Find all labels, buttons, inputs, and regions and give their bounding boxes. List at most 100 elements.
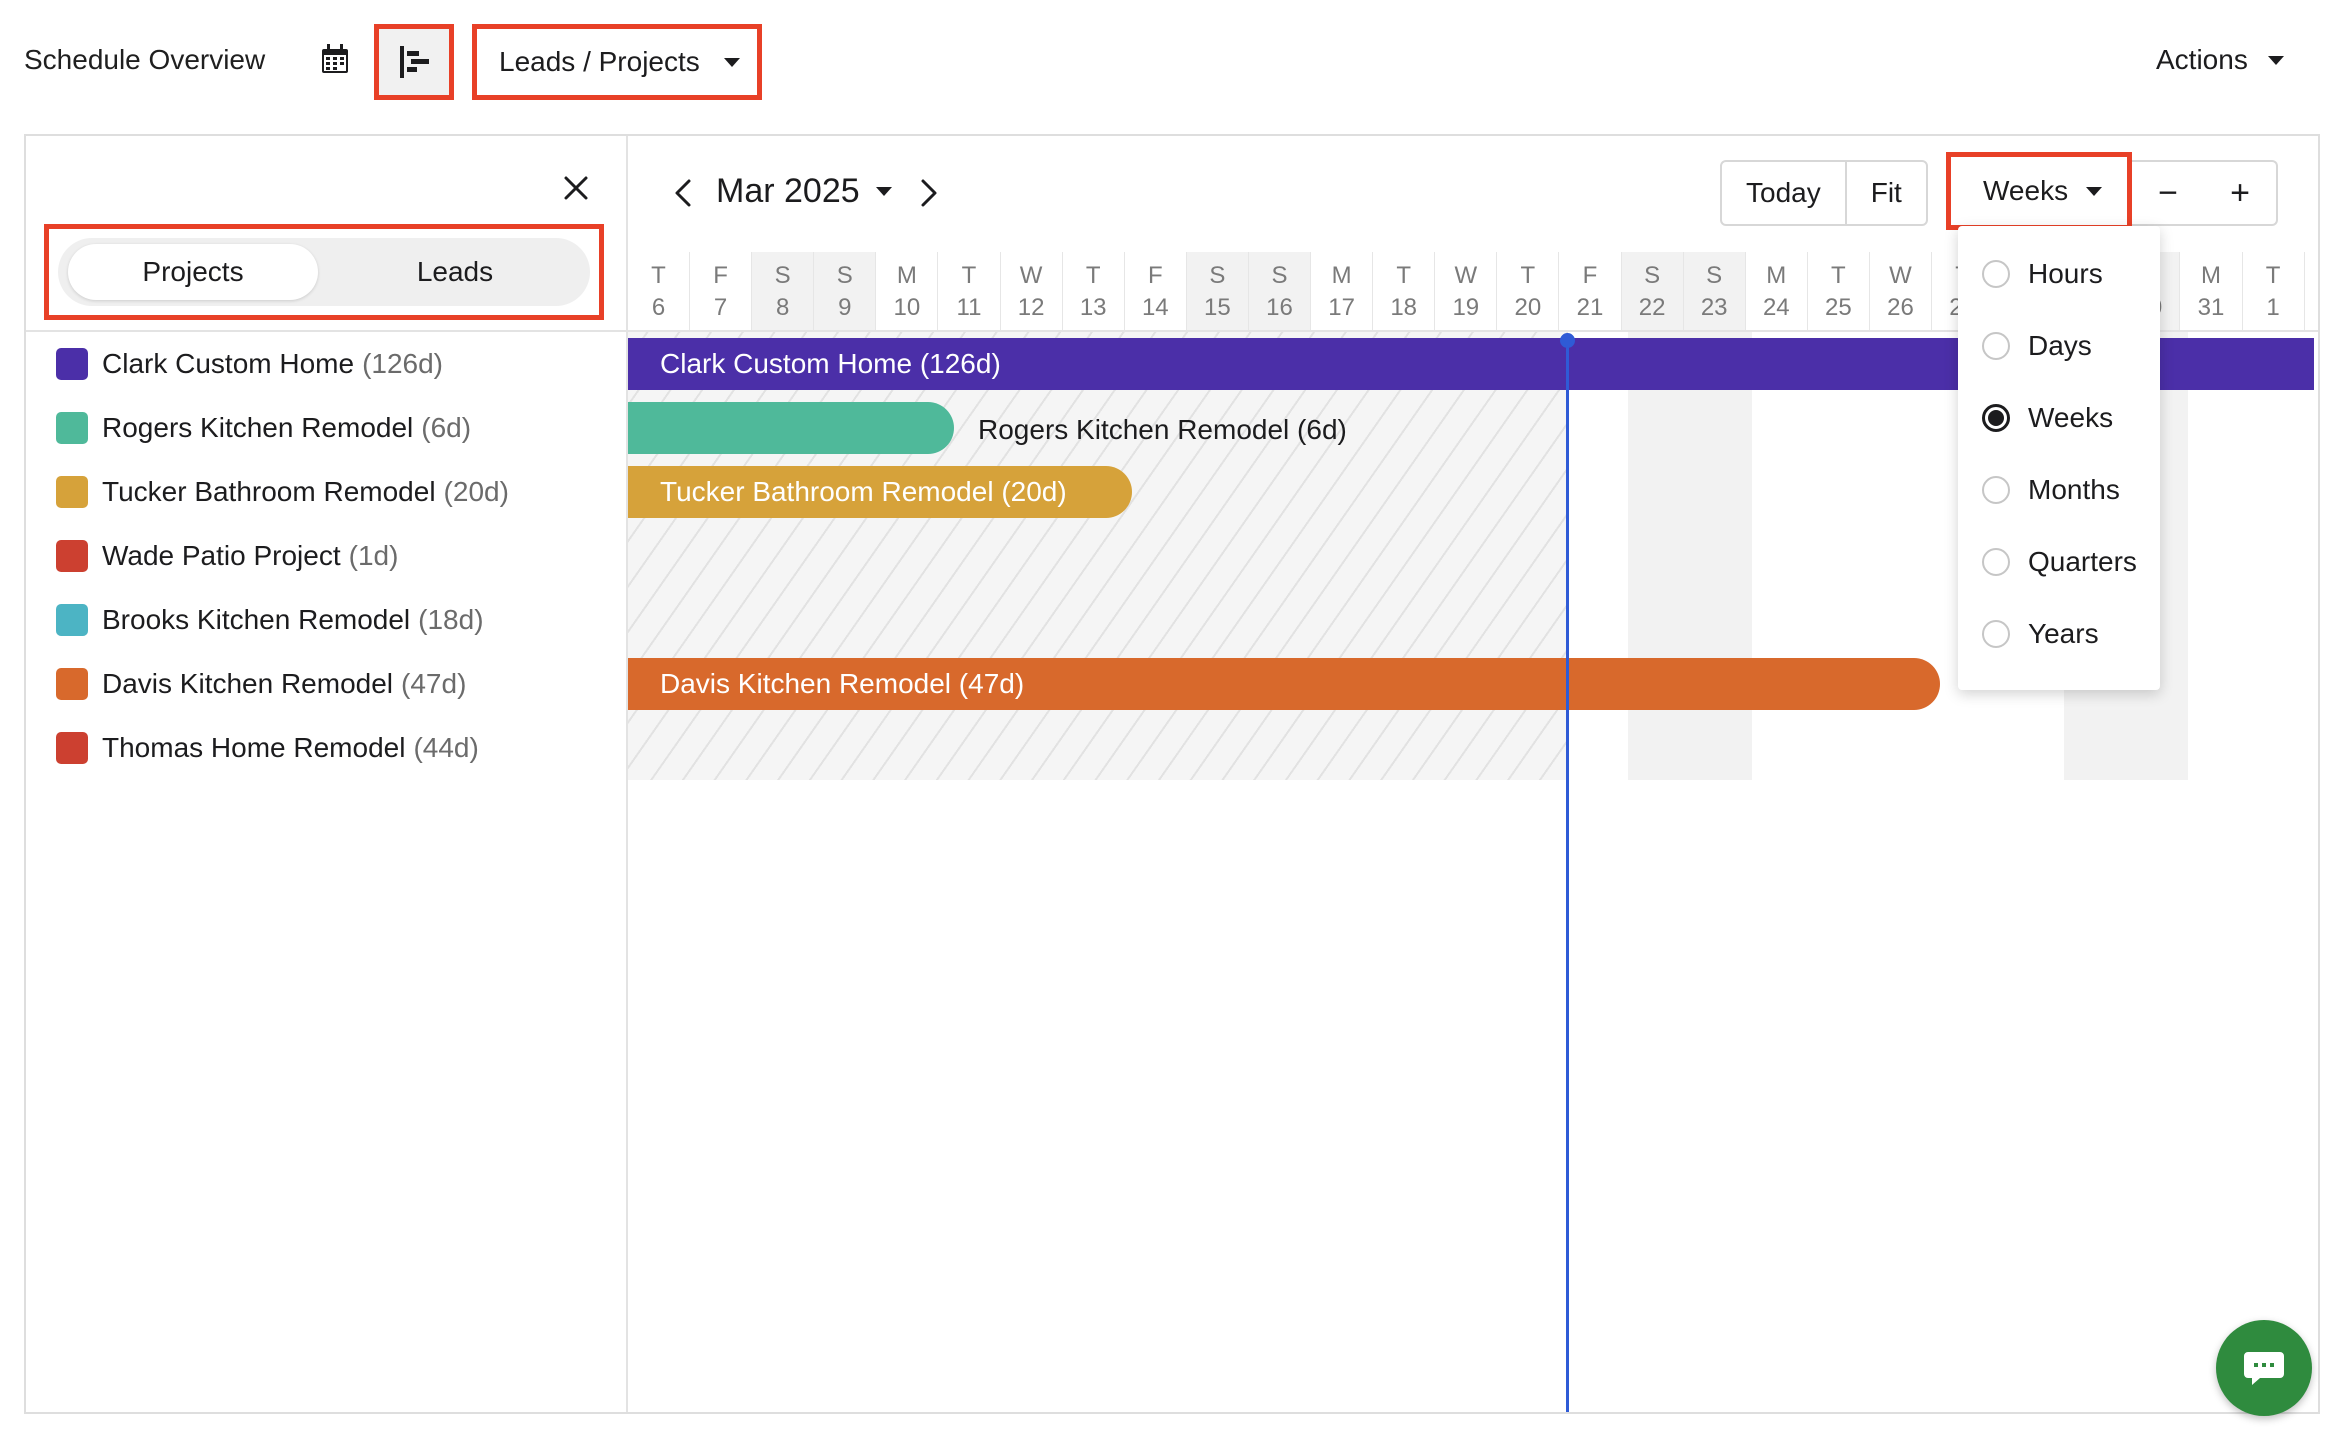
day-number: 1 [2266,294,2280,321]
day-header-cell: M 24 [1746,252,1808,330]
past-hatch-area [628,332,1568,780]
month-picker[interactable]: Mar 2025 [716,172,892,211]
scale-option-weeks[interactable]: Weeks [1982,402,2113,434]
fit-button[interactable]: Fit [1844,162,1926,224]
gantt-bar-davis-kitchen-remodel[interactable]: Davis Kitchen Remodel (47d) [628,658,1940,710]
day-number: 31 [2197,294,2225,321]
day-header-cell: S 23 [1683,252,1746,330]
scale-option-quarters[interactable]: Quarters [1982,546,2137,578]
month-label: Mar 2025 [716,172,860,210]
day-header-cell: M 17 [1311,252,1374,330]
option-label: Years [2028,618,2099,649]
project-name: Davis Kitchen Remodel [102,668,394,699]
chevron-right-icon[interactable] [914,178,944,208]
gantt-view-button[interactable] [374,24,454,100]
project-color-swatch [56,412,88,444]
project-duration: (44d) [413,732,479,763]
radio-icon [1982,476,2010,504]
option-label: Quarters [2028,546,2137,577]
day-number: 20 [1514,294,1542,321]
weekday-letter: S [1644,262,1661,289]
page-title: Schedule Overview [24,44,266,75]
today-marker-line [1566,340,1569,1412]
today-button[interactable]: Today [1722,162,1845,224]
list-item[interactable]: Clark Custom Home (126d) [56,344,443,384]
day-header-cell: F 14 [1125,252,1187,330]
list-item[interactable]: Davis Kitchen Remodel (47d) [56,664,466,704]
day-number: 15 [1204,294,1231,321]
weekday-letter: T [1831,262,1846,289]
day-number: 13 [1079,294,1107,321]
gantt-bar-rogers-kitchen-remodel[interactable] [628,402,954,454]
weekday-letter: M [1331,262,1352,289]
project-sidebar [26,136,628,1414]
project-color-swatch [56,732,88,764]
day-number: 22 [1638,294,1666,321]
weekday-letter: T [651,262,666,289]
day-header-cell: W 26 [1870,252,1932,330]
project-name: Wade Patio Project [102,540,341,571]
chat-button[interactable] [2216,1320,2312,1416]
chevron-left-icon[interactable] [668,178,698,208]
radio-icon [1982,548,2010,576]
option-label: Days [2028,330,2092,361]
project-name: Brooks Kitchen Remodel [102,604,411,635]
day-header-cell: S8 [752,252,815,330]
project-name: Thomas Home Remodel [102,732,406,763]
zoom-in-button[interactable]: + [2204,162,2276,224]
day-number: 11 [956,294,982,321]
today-fit-group: Today Fit [1720,160,1928,226]
scale-option-hours[interactable]: Hours [1982,258,2103,290]
scale-option-days[interactable]: Days [1982,330,2092,362]
weekday-letter: T [1396,262,1412,289]
weekend-column [1628,332,1752,780]
weekday-letter: W [1019,262,1043,289]
project-duration: (1d) [348,540,399,571]
weekday-letter: T [1085,262,1101,289]
calendar-view-icon[interactable] [318,42,352,76]
radio-icon [1982,260,2010,288]
day-header-cell: S 22 [1621,252,1684,330]
list-item[interactable]: Brooks Kitchen Remodel (18d) [56,600,484,640]
project-duration: (47d) [401,668,467,699]
day-header-cell: F7 [690,252,753,330]
actions-label: Actions [2156,44,2248,75]
gantt-bar-label: Davis Kitchen Remodel (47d) [660,668,1025,699]
close-icon[interactable] [560,172,592,204]
day-number: 8 [776,294,790,321]
project-color-swatch [56,604,88,636]
scale-menu: Hours Days Weeks Months Quarters Years [1958,226,2160,690]
project-name: Clark Custom Home [102,348,355,379]
day-number: 10 [893,294,921,321]
gantt-bar-tucker-bathroom-remodel[interactable]: Tucker Bathroom Remodel (20d) [628,466,1132,518]
project-duration: (18d) [418,604,484,635]
list-item[interactable]: Rogers Kitchen Remodel (6d) [56,408,471,448]
list-item[interactable]: Thomas Home Remodel (44d) [56,728,479,768]
scale-dropdown[interactable]: Weeks [1946,152,2132,230]
project-color-swatch [56,540,88,572]
weekday-letter: T [961,262,977,289]
list-item[interactable]: Wade Patio Project (1d) [56,536,398,576]
weekday-letter: M [1766,262,1787,289]
day-number: 21 [1576,294,1604,321]
leads-projects-dropdown[interactable]: Leads / Projects [472,24,762,100]
day-header-cell: S9 [814,252,877,330]
day-header-cell: T 18 [1373,252,1436,330]
scale-option-months[interactable]: Months [1982,474,2120,506]
day-number: 9 [838,294,852,321]
weekday-letter: S [774,262,791,289]
day-number: 18 [1390,294,1418,321]
project-color-swatch [56,668,88,700]
divider [26,330,626,332]
divider [24,1412,2320,1414]
option-label: Hours [2028,258,2103,289]
tab-projects[interactable]: Projects [68,244,318,300]
day-number: 26 [1887,294,1914,321]
list-item[interactable]: Tucker Bathroom Remodel (20d) [56,472,509,512]
actions-dropdown[interactable]: Actions [2156,44,2284,76]
day-number: 12 [1017,294,1045,321]
scale-option-years[interactable]: Years [1982,618,2099,650]
day-number: 24 [1762,294,1790,321]
zoom-out-button[interactable]: − [2132,162,2204,224]
tab-leads[interactable]: Leads [330,244,580,300]
